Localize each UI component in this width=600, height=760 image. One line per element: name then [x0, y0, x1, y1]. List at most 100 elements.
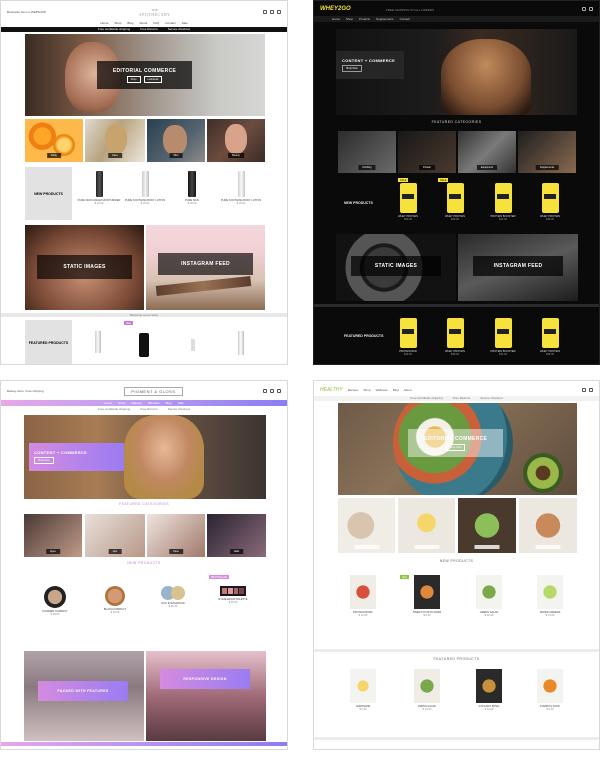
- promo-block-responsive[interactable]: RESPONSIVE DESIGN: [146, 651, 266, 741]
- product-card[interactable]: DUO EYESHADOW $ 30.00: [155, 586, 191, 608]
- nav-skincare[interactable]: Skincare: [148, 401, 160, 405]
- static-images-block[interactable]: STATIC IMAGES: [25, 225, 144, 310]
- product-card[interactable]: PROTEIN BOWL $ 12.00: [345, 575, 381, 617]
- featured-card[interactable]: PROTEIN BOOSTER $42.00: [488, 318, 518, 356]
- nav-contact[interactable]: Contact: [400, 17, 410, 21]
- product-card[interactable]: GREEN SALAD $ 10.00: [471, 575, 507, 617]
- site-logo[interactable]: PIGMENT & GLOSS: [124, 386, 183, 396]
- featured-card[interactable]: AVOCADO BOWL $ 12.00: [471, 669, 507, 711]
- nav-sale[interactable]: Sale: [182, 21, 188, 25]
- search-icon[interactable]: [262, 389, 267, 393]
- product-card[interactable]: WHEY PROTEIN $39.00: [535, 183, 565, 221]
- hero-shop-button[interactable]: Shop Now: [445, 443, 466, 451]
- product-price: $ 18.00: [236, 202, 246, 206]
- hero-overlay: EDITORIAL COMMERCE Shop Lookbook: [97, 61, 192, 89]
- product-card[interactable]: SWEET POTATO FRIES $ 8.00: [409, 575, 445, 617]
- product-card[interactable]: PROTEIN BOOSTER $42.00: [488, 183, 518, 221]
- promo-block-features[interactable]: PACKED WITH FEATURES: [24, 651, 144, 741]
- product-card[interactable]: PURE SOOTHING BODY LOTION $ 18.00: [125, 171, 165, 205]
- nav-recipes[interactable]: Recipes: [348, 388, 359, 392]
- category-tile[interactable]: Lips: [85, 514, 145, 557]
- nav-shop[interactable]: Shop: [346, 17, 353, 21]
- cart-icon[interactable]: [589, 7, 593, 11]
- category-tile[interactable]: Supplements: [518, 131, 576, 173]
- static-images-block[interactable]: STATIC IMAGES: [336, 234, 456, 301]
- search-icon[interactable]: [582, 7, 586, 11]
- featured-card[interactable]: WHEY PROTEIN $39.00: [440, 318, 470, 356]
- nav-about[interactable]: About: [404, 388, 412, 392]
- hero-shop-button[interactable]: Shop Now: [34, 457, 54, 464]
- category-tile[interactable]: [458, 498, 516, 553]
- nav-supplements[interactable]: Supplements: [376, 17, 394, 21]
- featured-product-image[interactable]: [238, 331, 244, 355]
- product-card[interactable]: PURE SKIN CREAM MOISTURIZER $ 24.00: [78, 171, 120, 205]
- nav-shop[interactable]: Shop: [364, 388, 371, 392]
- instagram-feed-block[interactable]: INSTAGRAM FEED: [146, 225, 265, 310]
- nav-blog[interactable]: Blog: [127, 21, 133, 25]
- featured-card[interactable]: PUMPKIN SOUP $ 9.00: [532, 669, 568, 711]
- site-logo[interactable]: THE APOTHECARY: [139, 8, 171, 17]
- hero-shop-button[interactable]: Shop: [126, 75, 141, 83]
- hero-overlay: EDITORIAL COMMERCE Shop Now: [408, 429, 503, 457]
- nav-home[interactable]: Home: [104, 401, 112, 405]
- notice-shipping: Free worldwide shipping: [410, 396, 443, 400]
- category-label: Eyes: [46, 549, 60, 554]
- product-card[interactable]: POWDER COMPACT $ 28.00: [37, 586, 73, 616]
- category-tile[interactable]: [519, 498, 577, 553]
- nav-home[interactable]: Home: [100, 21, 108, 25]
- nav-proteins[interactable]: Proteins: [359, 17, 370, 21]
- product-card[interactable]: WHEY PROTEIN $39.00: [393, 183, 423, 221]
- nav-blog[interactable]: Blog: [166, 401, 172, 405]
- featured-card[interactable]: LEMONADE $ 6.00: [345, 669, 381, 711]
- cart-icon[interactable]: [276, 389, 281, 393]
- site-logo[interactable]: HEALTHY: [320, 387, 343, 393]
- nav-shop[interactable]: Shop: [118, 401, 125, 405]
- product-price: $ 10.00: [422, 708, 432, 712]
- product-card[interactable]: SUPER GREENS $ 14.00: [532, 575, 568, 617]
- category-tile-body[interactable]: Body: [25, 119, 83, 162]
- nav-shop[interactable]: Shop: [114, 21, 121, 25]
- category-tile[interactable]: Face: [147, 514, 205, 557]
- nav-contact[interactable]: Contact: [165, 21, 175, 25]
- category-tile-men[interactable]: Men: [147, 119, 205, 162]
- instagram-feed-block[interactable]: INSTAGRAM FEED: [458, 234, 578, 301]
- nav-faq[interactable]: FAQ: [153, 21, 159, 25]
- product-card[interactable]: BLUSH COMPACT $ 24.00: [97, 586, 133, 614]
- cart-icon[interactable]: [276, 10, 281, 14]
- product-card[interactable]: EYESHADOW PALETTE $ 45.00: [215, 586, 251, 604]
- category-tile[interactable]: Clothing: [338, 131, 396, 173]
- nav-blog[interactable]: Blog: [393, 388, 399, 392]
- account-icon[interactable]: [269, 389, 274, 393]
- account-icon[interactable]: [269, 10, 274, 14]
- hero-lookbook-button[interactable]: Lookbook: [143, 75, 163, 83]
- nav-wellness[interactable]: Wellness: [376, 388, 388, 392]
- site-logo[interactable]: WHEY2GO: [320, 6, 351, 12]
- featured-card[interactable]: WHEY PROTEIN $39.00: [535, 318, 565, 356]
- main-nav: Home Shop Makeup Skincare Blog Sale: [1, 400, 287, 406]
- nav-about[interactable]: About: [139, 21, 147, 25]
- category-tile[interactable]: Nails: [207, 514, 266, 557]
- sale-badge: SALE: [438, 178, 449, 182]
- category-tile[interactable]: Equipment: [458, 131, 516, 173]
- category-tile[interactable]: [398, 498, 455, 553]
- featured-product-image[interactable]: [191, 339, 195, 351]
- product-card[interactable]: WHEY PROTEIN $39.00: [440, 183, 470, 221]
- category-tile[interactable]: Eyes: [24, 514, 82, 557]
- category-tile[interactable]: [338, 498, 395, 553]
- nav-makeup[interactable]: Makeup: [131, 401, 142, 405]
- featured-card[interactable]: PROTEIN BAR $29.00: [393, 318, 423, 356]
- category-tile[interactable]: Protein: [398, 131, 456, 173]
- nav-sale[interactable]: Sale: [178, 401, 184, 405]
- featured-product-image[interactable]: [139, 333, 149, 357]
- product-card[interactable]: PURE SKIN $ 32.00: [174, 171, 210, 205]
- cart-icon[interactable]: [589, 388, 593, 392]
- search-icon[interactable]: [262, 10, 267, 14]
- product-card[interactable]: PURE SOOTHING BODY LOTION $ 18.00: [221, 171, 261, 206]
- featured-product-image[interactable]: [95, 331, 101, 353]
- category-tile-face[interactable]: Face: [85, 119, 145, 162]
- category-tile-beauty[interactable]: Beauty: [207, 119, 265, 162]
- featured-card[interactable]: FRESH SALAD $ 10.00: [409, 669, 445, 711]
- search-icon[interactable]: [582, 388, 586, 392]
- hero-shop-button[interactable]: Shop Now: [342, 65, 362, 72]
- nav-home[interactable]: Home: [332, 17, 340, 21]
